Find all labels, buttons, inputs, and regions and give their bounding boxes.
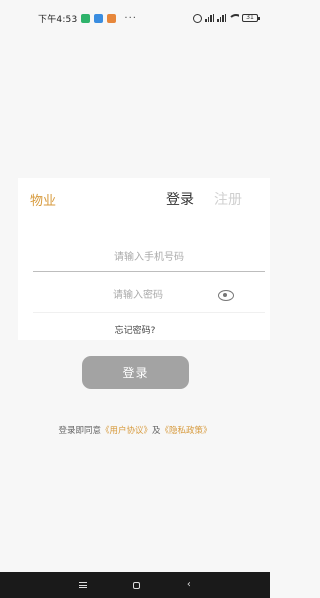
battery-icon: 31 [242,14,260,22]
forgot-password-label[interactable]: 忘记密码? [115,326,156,336]
agreement-and: 及 [152,426,161,436]
app-green-icon [81,13,91,23]
agreement-text: 登录即同意《用户协议》及《隐私政策》 [0,424,270,436]
user-agreement-link[interactable]: 《用户协议》 [101,426,152,436]
tab-register[interactable]: 注册 [214,189,242,209]
status-bar: 下午4:53 ··· 31 [0,0,270,36]
wifi-icon [229,14,239,22]
menu-icon[interactable] [79,582,88,588]
app-blue-icon [94,13,104,23]
signal-icon [217,14,226,22]
more-notifications-icon: ··· [124,12,137,24]
brand-label: 物业 [30,194,57,209]
status-left: 下午4:53 ··· [38,12,137,25]
login-button[interactable]: 登录 [82,356,189,389]
eye-icon[interactable] [218,290,234,301]
agreement-prefix: 登录即同意 [58,426,101,436]
forgot-password-link[interactable]: 忘记密码? [0,323,270,336]
password-input[interactable] [33,283,243,307]
home-icon[interactable] [133,581,141,589]
status-time: 下午4:53 [38,14,78,25]
system-nav-bar: ‹ [0,572,270,598]
alarm-icon [193,13,202,23]
signal-icon [205,14,214,22]
tab-login[interactable]: 登录 [166,189,194,209]
privacy-policy-link[interactable]: 《隐私政策》 [161,426,212,436]
password-underline [33,312,265,313]
phone-input[interactable] [33,244,265,272]
app-orange-icon [107,13,117,23]
back-icon[interactable]: ‹ [187,580,191,590]
status-right: 31 [193,13,260,23]
